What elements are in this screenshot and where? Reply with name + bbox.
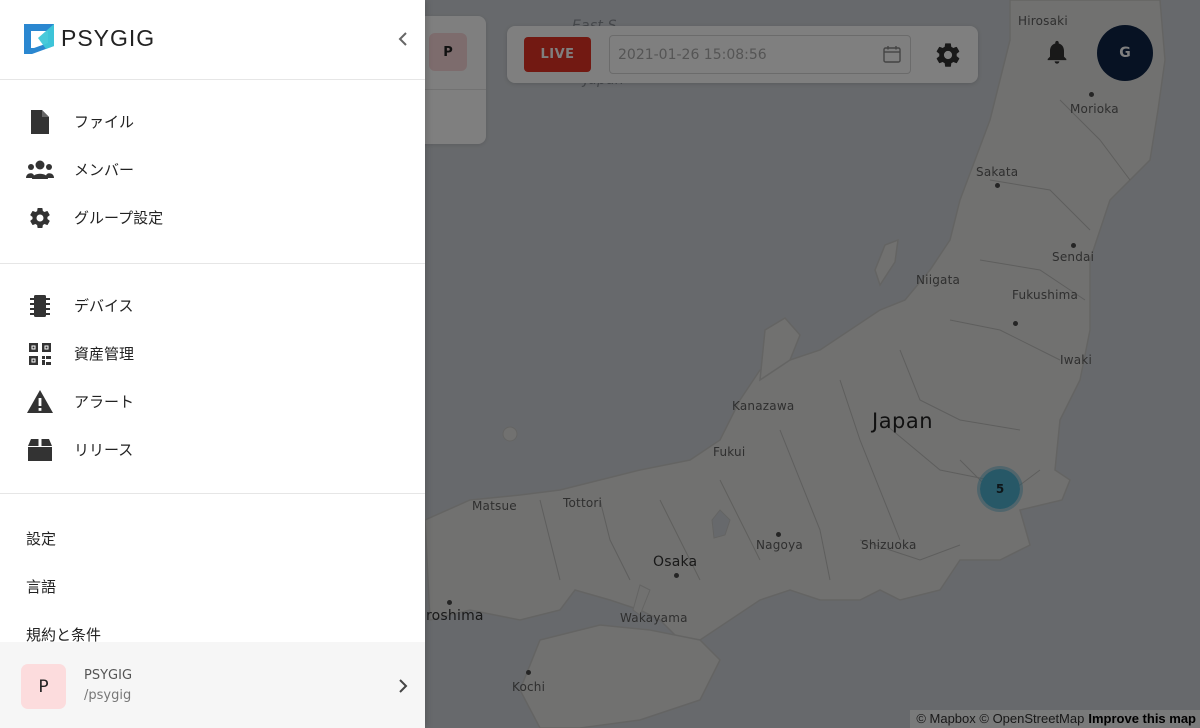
organization-name: PSYGIG (84, 668, 133, 683)
chevron-left-icon (398, 32, 407, 46)
nav-item-label: メンバー (74, 161, 135, 179)
nav-item-devices[interactable]: デバイス (0, 284, 425, 328)
nav-item-label: 資産管理 (74, 345, 135, 363)
nav-section-main: ファイル メンバー グループ設定 (0, 80, 425, 264)
organization-path: /psygig (84, 688, 132, 703)
nav-item-alerts[interactable]: アラート (0, 380, 425, 424)
nav-item-label: グループ設定 (74, 209, 164, 227)
brand-name: PSYGIG (61, 25, 156, 51)
file-icon (26, 110, 54, 134)
device-icon (26, 294, 54, 318)
gear-icon (26, 206, 54, 230)
nav-item-label: アラート (74, 393, 135, 411)
nav-item-label: リリース (74, 441, 134, 459)
settings-link[interactable]: 設定 (26, 528, 56, 549)
warning-icon (26, 390, 54, 414)
chevron-right-icon[interactable] (395, 676, 411, 696)
users-icon (26, 158, 54, 182)
nav-item-group-settings[interactable]: グループ設定 (0, 196, 425, 240)
nav-item-members[interactable]: メンバー (0, 148, 425, 192)
qr-code-icon (26, 342, 54, 366)
organization-switcher[interactable]: P PSYGIG /psygig (0, 642, 425, 728)
side-drawer: PSYGIG ファイル メンバー グループ設定 デバイス 資産管理 アラート リ… (0, 0, 425, 728)
psygig-logo (24, 24, 54, 54)
nav-item-label: ファイル (74, 113, 135, 131)
nav-item-asset-management[interactable]: 資産管理 (0, 332, 425, 376)
nav-section-devices: デバイス 資産管理 アラート リリース (0, 264, 425, 494)
brand-header: PSYGIG (0, 0, 425, 80)
collapse-drawer-button[interactable] (393, 29, 413, 49)
nav-item-files[interactable]: ファイル (0, 100, 425, 144)
nav-item-releases[interactable]: リリース (0, 428, 425, 472)
language-link[interactable]: 言語 (26, 576, 56, 597)
nav-item-label: デバイス (74, 297, 134, 315)
organization-badge: P (21, 664, 66, 709)
package-icon (26, 438, 54, 462)
